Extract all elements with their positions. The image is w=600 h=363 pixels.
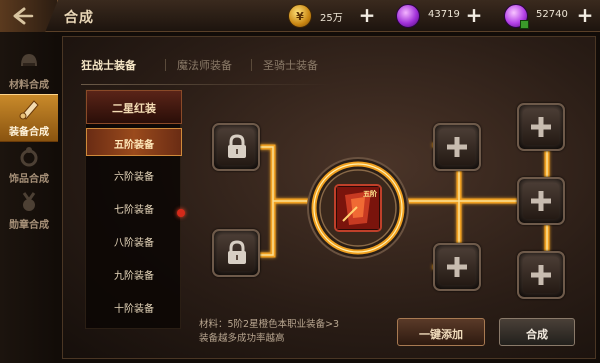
add-gold-button[interactable]: + (356, 5, 378, 27)
ring-icon (20, 147, 38, 167)
back-button[interactable] (0, 0, 58, 32)
gold-coin-icon: ¥ (288, 4, 312, 28)
plus-icon (531, 265, 551, 285)
sidebar-item-accessory-synthesis[interactable]: 饰品合成 (0, 142, 58, 190)
materials-hint: 装备越多成功率越高 (199, 333, 285, 344)
material-slot[interactable] (433, 243, 481, 291)
plus-icon (447, 257, 467, 277)
merge-button[interactable]: 合成 (499, 318, 575, 346)
synthesis-panel: 狂战士装备 魔法师装备 圣骑士装备 二星红装 五阶装备 六阶装备 七阶装备 八阶… (62, 36, 596, 359)
sidebar-item-label: 勋章合成 (9, 220, 49, 231)
material-slot[interactable] (433, 123, 481, 171)
sidebar-item-material-synthesis[interactable]: 材料合成 (0, 48, 58, 96)
add-bound-diamond-button[interactable]: + (574, 5, 596, 27)
back-arrow-icon (13, 7, 34, 25)
add-all-button[interactable]: 一键添加 (397, 318, 485, 346)
helmet-icon (21, 54, 37, 66)
plus-icon (531, 117, 551, 137)
purple-gem-bound-icon (504, 4, 529, 29)
lock-icon (228, 240, 246, 264)
page-title: 合成 (64, 10, 94, 26)
scroll-icon (19, 100, 39, 120)
bound-badge-icon (520, 20, 529, 29)
lock-icon (228, 134, 246, 158)
materials-requirement: 材料：5阶2星橙色本职业装备>3 (199, 319, 340, 330)
bound-diamond-value: 52740 (536, 9, 568, 20)
material-slot[interactable] (517, 177, 565, 225)
sidebar-item-medal-synthesis[interactable]: 勋章合成 (0, 188, 58, 236)
result-badge: 五阶 (363, 190, 377, 198)
svg-text:¥: ¥ (296, 10, 304, 23)
material-slot[interactable] (517, 103, 565, 151)
medal-icon (22, 192, 36, 211)
locked-slot[interactable] (212, 229, 260, 277)
diamond-value: 43719 (428, 9, 460, 20)
sidebar: 材料合成 装备合成 饰品合成 勋章合成 (0, 32, 58, 363)
gold-value: 25万 (320, 13, 343, 24)
add-all-label: 一键添加 (419, 328, 463, 341)
purple-gem-icon (396, 4, 420, 28)
top-bar: 合成 ¥ 25万 + 43719 + 52740 + (0, 0, 600, 32)
sidebar-item-label: 饰品合成 (9, 174, 49, 185)
material-slot[interactable] (517, 251, 565, 299)
sidebar-item-label: 装备合成 (9, 127, 49, 138)
locked-slot[interactable] (212, 123, 260, 171)
merge-label: 合成 (526, 328, 548, 341)
materials-info: 材料：5阶2星橙色本职业装备>3 装备越多成功率越高 (199, 318, 339, 346)
result-slot[interactable]: 五阶 (305, 155, 411, 261)
plus-icon (531, 191, 551, 211)
sidebar-item-equipment-synthesis[interactable]: 装备合成 (0, 94, 58, 142)
add-diamond-button[interactable]: + (463, 5, 485, 27)
plus-icon (447, 137, 467, 157)
sidebar-item-label: 材料合成 (9, 80, 49, 91)
